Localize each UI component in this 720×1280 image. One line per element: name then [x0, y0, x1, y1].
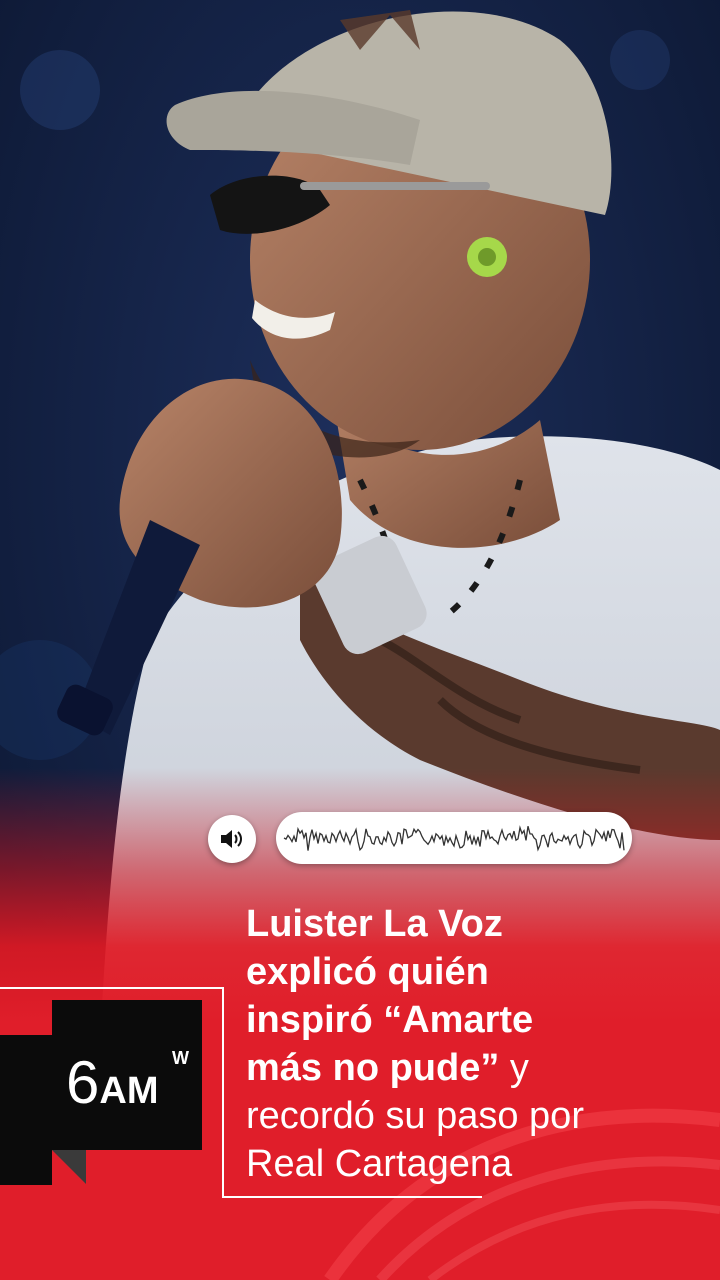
- headline-line-4-regular: y: [499, 1047, 529, 1089]
- audio-waveform[interactable]: [276, 812, 632, 864]
- audio-play-button[interactable]: [208, 815, 256, 863]
- logo-fold-corner: [52, 1150, 86, 1184]
- frame-line-top: [0, 987, 224, 989]
- headline-line-3: inspiró “Amarte: [246, 999, 534, 1041]
- headline-line-2: explicó quién: [246, 951, 489, 993]
- logo-shadow-block: [0, 1035, 52, 1185]
- headline-line-4: más no pude” y: [246, 1044, 706, 1092]
- logo-wordmark: 6AM: [66, 1048, 158, 1117]
- story-card: 6AM W Luister La Voz explicó quién inspi…: [0, 0, 720, 1280]
- speaker-icon: [221, 830, 242, 848]
- logo-letters: AM: [99, 1070, 159, 1112]
- headline-line-1: Luister La Voz: [246, 903, 503, 945]
- logo-number: 6: [66, 1049, 99, 1116]
- headline-line-4-bold: más no pude”: [246, 1047, 500, 1089]
- logo-superscript: W: [172, 1048, 189, 1068]
- frame-line-bottom: [222, 1196, 482, 1198]
- frame-line-vertical: [222, 987, 224, 1198]
- headline-line-5: recordó su paso por: [246, 1095, 584, 1137]
- headline-line-6: Real Cartagena: [246, 1143, 513, 1185]
- waveform-graphic: [283, 825, 625, 852]
- headline: Luister La Voz explicó quién inspiró “Am…: [246, 900, 706, 1188]
